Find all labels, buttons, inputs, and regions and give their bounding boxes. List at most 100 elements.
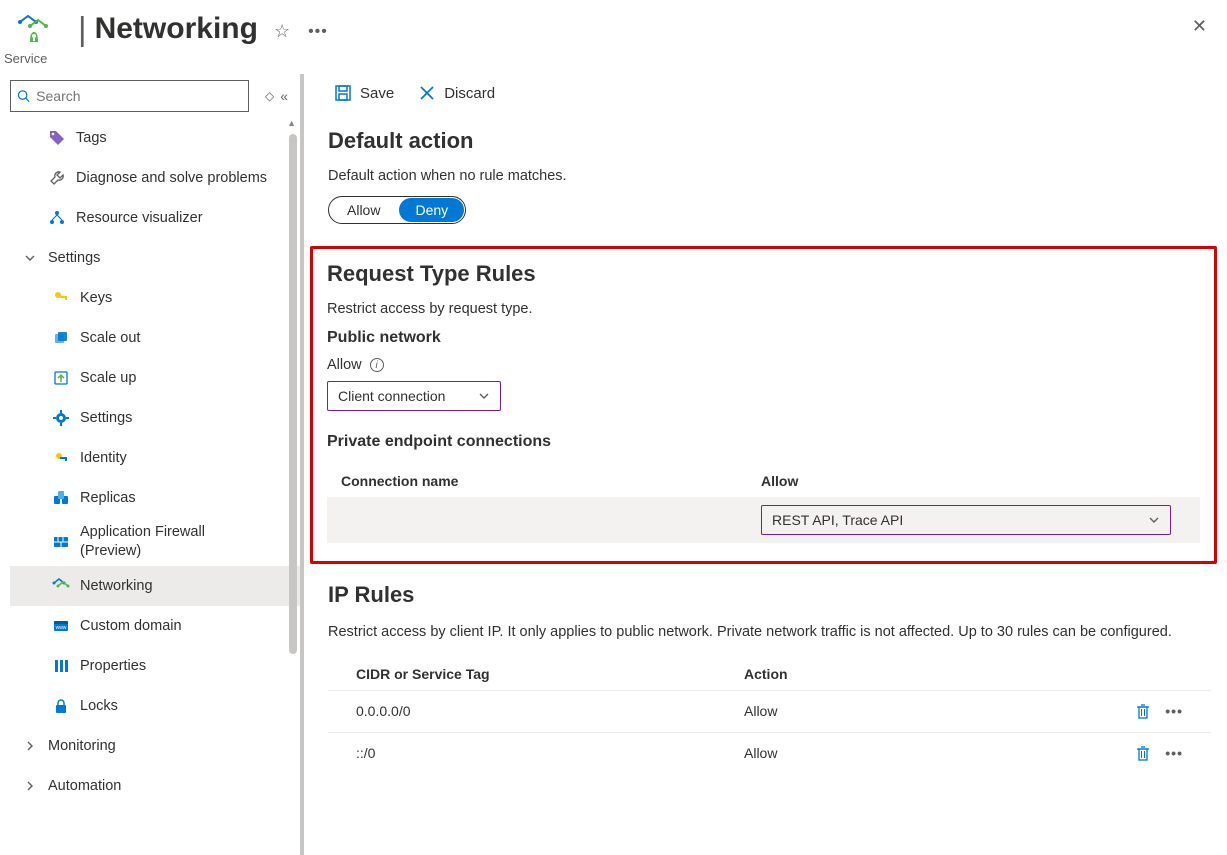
- svg-text:www: www: [56, 625, 67, 631]
- scale-out-icon: [52, 329, 70, 347]
- chevron-right-icon: [22, 781, 38, 791]
- delete-rule-button[interactable]: [1135, 745, 1151, 761]
- collapse-sidebar-icon[interactable]: «: [280, 88, 288, 104]
- public-network-allow-dropdown[interactable]: Client connection: [327, 381, 501, 411]
- close-button[interactable]: ✕: [1192, 16, 1207, 37]
- request-type-rules-desc: Restrict access by request type.: [327, 301, 1200, 317]
- main-content: Save Discard Default action Default acti…: [304, 74, 1227, 855]
- sidebar-nav: ▲ Tags Diagnose and solve problems: [10, 118, 300, 853]
- request-type-rules-highlight: Request Type Rules Restrict access by re…: [310, 246, 1217, 564]
- sidebar-item-scale-up[interactable]: Scale up: [10, 358, 300, 398]
- sidebar-item-application-firewall[interactable]: Application Firewall (Preview): [10, 518, 300, 566]
- sidebar-group-label: Automation: [48, 778, 121, 794]
- sidebar-group-label: Monitoring: [48, 738, 116, 754]
- sidebar-item-label: Tags: [76, 130, 107, 146]
- sidebar-item-settings[interactable]: Settings: [10, 398, 300, 438]
- resource-visualizer-icon: [48, 209, 66, 227]
- sidebar-group-monitoring[interactable]: Monitoring: [10, 726, 300, 766]
- ip-rules-heading: IP Rules: [328, 582, 1211, 608]
- discard-button[interactable]: Discard: [418, 84, 495, 102]
- sidebar-item-label: Application Firewall (Preview): [80, 523, 250, 561]
- sidebar-item-label: Custom domain: [80, 618, 182, 634]
- sidebar-item-label: Diagnose and solve problems: [76, 170, 267, 186]
- page-title: Networking: [95, 14, 258, 44]
- sidebar-group-automation[interactable]: Automation: [10, 766, 300, 806]
- chevron-down-icon: [1148, 514, 1160, 526]
- sidebar-group-label: Settings: [48, 250, 100, 266]
- sidebar-item-label: Keys: [80, 290, 112, 306]
- action-cell: Allow: [744, 703, 1132, 719]
- ip-rule-row: 0.0.0.0/0 Allow •••: [328, 690, 1211, 732]
- row-more-icon[interactable]: •••: [1165, 745, 1183, 761]
- sidebar-item-label: Locks: [80, 698, 118, 714]
- sidebar-item-label: Replicas: [80, 490, 136, 506]
- sidebar-item-locks[interactable]: Locks: [10, 686, 300, 726]
- private-endpoints-heading: Private endpoint connections: [327, 433, 1200, 451]
- sidebar-item-label: Properties: [80, 658, 146, 674]
- row-more-icon[interactable]: •••: [1165, 703, 1183, 719]
- sidebar-item-label: Settings: [80, 410, 132, 426]
- sidebar-item-diagnose[interactable]: Diagnose and solve problems: [10, 158, 300, 198]
- col-cidr: CIDR or Service Tag: [356, 666, 744, 682]
- chevron-down-icon: [22, 253, 38, 263]
- search-input[interactable]: [30, 88, 242, 104]
- default-action-desc: Default action when no rule matches.: [328, 168, 1211, 184]
- sidebar-group-settings[interactable]: Settings: [10, 238, 300, 278]
- replicas-icon: [52, 489, 70, 507]
- public-network-heading: Public network: [327, 329, 1200, 347]
- sidebar-item-networking[interactable]: Networking: [10, 566, 300, 606]
- sidebar-item-label: Networking: [80, 578, 153, 594]
- allow-label: Allow: [327, 357, 362, 373]
- header-divider: |: [78, 12, 87, 45]
- sidebar-item-identity[interactable]: Identity: [10, 438, 300, 478]
- endpoint-allow-dropdown[interactable]: REST API, Trace API: [761, 505, 1171, 535]
- wrench-icon: [48, 169, 66, 187]
- sidebar-item-scale-out[interactable]: Scale out: [10, 318, 300, 358]
- networking-icon: [52, 577, 70, 595]
- key-icon: [52, 289, 70, 307]
- discard-icon: [418, 84, 436, 102]
- col-allow: Allow: [761, 473, 1186, 489]
- chevron-right-icon: [22, 741, 38, 751]
- sidebar-item-custom-domain[interactable]: www Custom domain: [10, 606, 300, 646]
- info-icon[interactable]: i: [370, 358, 384, 372]
- deny-option[interactable]: Deny: [399, 198, 464, 222]
- favorite-icon[interactable]: ☆: [274, 21, 290, 42]
- cidr-cell: ::/0: [356, 745, 744, 761]
- cidr-cell: 0.0.0.0/0: [356, 703, 744, 719]
- allow-option[interactable]: Allow: [329, 197, 398, 223]
- gear-icon: [52, 409, 70, 427]
- properties-icon: [52, 657, 70, 675]
- search-box[interactable]: [10, 80, 249, 112]
- scroll-up-arrow-icon[interactable]: ▲: [287, 118, 296, 128]
- action-cell: Allow: [744, 745, 1132, 761]
- sidebar-item-keys[interactable]: Keys: [10, 278, 300, 318]
- sidebar-item-resource-visualizer[interactable]: Resource visualizer: [10, 198, 300, 238]
- save-button[interactable]: Save: [334, 84, 394, 102]
- firewall-icon: [52, 533, 70, 551]
- sidebar-item-properties[interactable]: Properties: [10, 646, 300, 686]
- sidebar-item-label: Resource visualizer: [76, 210, 203, 226]
- search-icon: [17, 89, 30, 103]
- ip-rules-table: CIDR or Service Tag Action 0.0.0.0/0 All…: [328, 658, 1211, 774]
- sidebar-item-replicas[interactable]: Replicas: [10, 478, 300, 518]
- scrollbar-thumb[interactable]: [289, 134, 297, 654]
- save-icon: [334, 84, 352, 102]
- service-name: Web PubSub Service: [0, 45, 328, 66]
- sidebar-item-label: Scale up: [80, 370, 136, 386]
- private-endpoint-table: Connection name Allow REST API, Trace AP…: [327, 465, 1200, 543]
- delete-rule-button[interactable]: [1135, 703, 1151, 719]
- more-icon[interactable]: •••: [308, 23, 328, 41]
- custom-domain-icon: www: [52, 617, 70, 635]
- tags-icon: [48, 129, 66, 147]
- default-action-toggle: Allow Deny: [328, 196, 466, 224]
- ip-rules-desc: Restrict access by client IP. It only ap…: [328, 622, 1211, 644]
- dropdown-value: Client connection: [338, 388, 445, 404]
- expand-collapse-icon[interactable]: ◇: [265, 89, 274, 103]
- sidebar: ◇ « ▲ Tags Diagnose and solve problems: [0, 74, 300, 855]
- chevron-down-icon: [478, 390, 490, 402]
- ip-rule-row: ::/0 Allow •••: [328, 732, 1211, 774]
- discard-label: Discard: [444, 85, 495, 102]
- sidebar-item-tags[interactable]: Tags: [10, 118, 300, 158]
- scale-up-icon: [52, 369, 70, 387]
